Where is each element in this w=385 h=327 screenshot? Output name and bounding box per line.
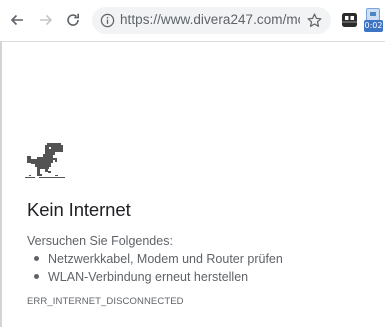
star-icon[interactable] — [306, 12, 323, 29]
address-bar[interactable]: https://www.divera247.com/mon... — [92, 7, 331, 34]
window-edge — [0, 42, 2, 327]
suggestion-text: Netzwerkkabel, Modem und Router prüfen — [48, 252, 283, 266]
bullet — [34, 274, 39, 279]
info-icon[interactable] — [100, 13, 115, 28]
offline-dinosaur-icon[interactable] — [25, 141, 65, 179]
url-text: https://www.divera247.com/mon... — [120, 12, 300, 27]
reload-icon — [67, 13, 79, 26]
page-title: Kein Internet — [27, 199, 131, 220]
arrow-left-icon — [10, 14, 23, 26]
suggestions-intro: Versuchen Sie Folgendes: — [27, 234, 173, 248]
browser-window: https://www.divera247.com/mon... 0:02 — [0, 0, 385, 327]
back-button[interactable] — [8, 11, 26, 29]
timer-extension-icon[interactable]: 0:02 — [364, 8, 383, 34]
extension-badge: 0:02 — [364, 20, 383, 32]
suggestions-list: Netzwerkkabel, Modem und Router prüfen W… — [27, 250, 283, 286]
suggestion-text: WLAN-Verbindung erneut herstellen — [48, 270, 249, 284]
error-code: ERR_INTERNET_DISCONNECTED — [27, 296, 184, 307]
bullet — [34, 256, 39, 261]
forward-button[interactable] — [37, 11, 55, 29]
extension-icon[interactable] — [342, 13, 357, 27]
reload-button[interactable] — [64, 11, 82, 29]
arrow-right-icon — [40, 14, 53, 26]
browser-toolbar: https://www.divera247.com/mon... 0:02 — [0, 0, 385, 42]
list-item: Netzwerkkabel, Modem und Router prüfen — [27, 250, 283, 268]
list-item: WLAN-Verbindung erneut herstellen — [27, 268, 283, 286]
